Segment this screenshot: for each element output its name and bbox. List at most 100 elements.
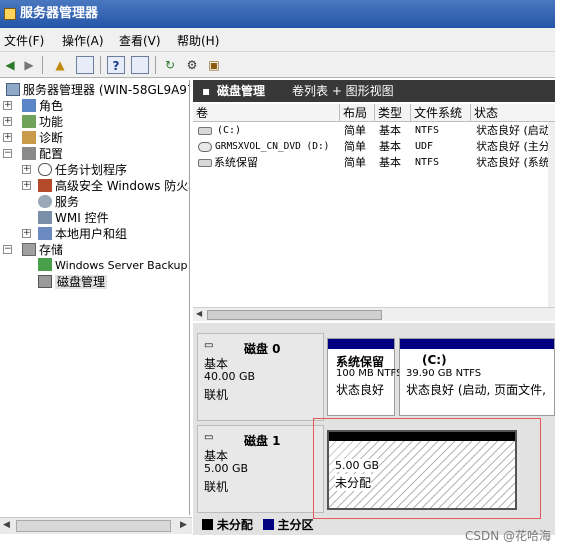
tree-item-local-users[interactable]: 本地用户和组 bbox=[38, 226, 127, 242]
scroll-left-icon[interactable]: ◀ bbox=[196, 309, 202, 318]
tree-item-server-manager[interactable]: 服务器管理器 (WIN-58GL9A97EF bbox=[6, 82, 189, 98]
config-icon bbox=[22, 147, 36, 160]
refresh-icon[interactable]: ↻ bbox=[161, 56, 179, 74]
volume-row[interactable]: GRMSXVOL_CN_DVD (D:) 简单 基本 UDF 状态良好 (主分 bbox=[193, 139, 555, 155]
volume-status: 状态良好 (系统 bbox=[476, 156, 550, 169]
expand-icon[interactable]: + bbox=[22, 229, 31, 238]
collapse-icon[interactable]: − bbox=[3, 245, 12, 254]
scroll-right-icon[interactable]: ▶ bbox=[180, 520, 187, 530]
column-layout[interactable]: 布局 bbox=[340, 104, 375, 122]
properties-icon[interactable] bbox=[131, 56, 149, 74]
tree-item-wmi[interactable]: WMI 控件 bbox=[38, 210, 109, 226]
volume-name: (C:) bbox=[217, 125, 242, 136]
volume-status: 状态良好 (启动 bbox=[476, 124, 550, 137]
expand-icon[interactable]: + bbox=[3, 101, 12, 110]
export-icon[interactable]: ▣ bbox=[205, 56, 223, 74]
tree-item-diagnostics[interactable]: 诊断 bbox=[22, 130, 63, 146]
legend-primary: 主分区 bbox=[277, 518, 314, 532]
tree-horizontal-scrollbar[interactable]: ◀ ▶ bbox=[0, 517, 192, 534]
tree-item-firewall[interactable]: 高级安全 Windows 防火墙 bbox=[38, 178, 190, 194]
tree-item-label: 服务 bbox=[55, 195, 80, 209]
column-volume[interactable]: 卷 bbox=[193, 104, 340, 122]
tree-item-services[interactable]: 服务 bbox=[38, 194, 79, 210]
dvd-icon bbox=[198, 142, 212, 152]
features-icon bbox=[22, 115, 36, 128]
disk-1-label[interactable]: ▭ 磁盘 1 基本 5.00 GB 联机 bbox=[197, 425, 324, 513]
column-type[interactable]: 类型 bbox=[375, 104, 411, 122]
menu-help[interactable]: 帮助(H) bbox=[177, 32, 219, 49]
partition-name: (C:) bbox=[422, 353, 447, 367]
tree-item-config[interactable]: 配置 bbox=[22, 146, 63, 162]
tree-item-label: 配置 bbox=[39, 147, 64, 161]
scroll-thumb[interactable] bbox=[207, 310, 382, 320]
disk-icon: ▭ bbox=[204, 340, 214, 351]
storage-icon bbox=[22, 243, 36, 256]
expand-icon[interactable]: + bbox=[3, 133, 12, 142]
toolbar: ◀ ▶ ▲ ? ↻ ⚙ ▣ bbox=[0, 52, 555, 78]
tree-item-storage[interactable]: 存储 bbox=[22, 242, 63, 258]
partition-detail: 39.90 GB NTFS bbox=[406, 368, 482, 379]
window-title: 服务器管理器 bbox=[20, 6, 99, 21]
volume-layout: 简单 bbox=[344, 140, 366, 153]
expand-icon[interactable]: + bbox=[22, 165, 31, 174]
scroll-thumb[interactable] bbox=[16, 520, 171, 532]
tree-item-wsb[interactable]: Windows Server Backup bbox=[38, 258, 188, 274]
disk-settings-icon[interactable]: ⚙ bbox=[183, 56, 201, 74]
tree-item-label: WMI 控件 bbox=[55, 211, 109, 225]
help-icon[interactable]: ? bbox=[107, 56, 125, 74]
server-icon bbox=[6, 83, 20, 96]
volume-list-horizontal-scrollbar[interactable]: ◀ bbox=[193, 307, 555, 321]
clock-icon bbox=[38, 163, 52, 176]
menu-file[interactable]: 文件(F) bbox=[4, 32, 44, 49]
pane-header: ▪ 磁盘管理 卷列表 + 图形视图 bbox=[193, 80, 555, 102]
backup-icon bbox=[38, 258, 52, 271]
server-manager-icon bbox=[4, 8, 16, 20]
volume-type: 基本 bbox=[379, 124, 401, 137]
expand-icon[interactable]: + bbox=[3, 117, 12, 126]
tree-item-roles[interactable]: 角色 bbox=[22, 98, 63, 114]
volume-filesystem: UDF bbox=[415, 141, 434, 152]
volume-filesystem: NTFS bbox=[415, 157, 440, 168]
column-status[interactable]: 状态 bbox=[471, 104, 555, 122]
tree-item-label: 任务计划程序 bbox=[55, 163, 128, 177]
disk-0-label[interactable]: ▭ 磁盘 0 基本 40.00 GB 联机 bbox=[197, 333, 324, 421]
tree-item-label: 角色 bbox=[39, 99, 64, 113]
menu-action[interactable]: 操作(A) bbox=[62, 32, 104, 49]
tree-item-label: Windows Server Backup bbox=[55, 259, 188, 272]
volume-row[interactable]: (C:) 简单 基本 NTFS 状态良好 (启动 bbox=[193, 123, 555, 139]
menu-view[interactable]: 查看(V) bbox=[119, 32, 161, 49]
partition-c[interactable]: (C:) 39.90 GB NTFS 状态良好 (启动, 页面文件, bbox=[399, 338, 555, 416]
pane-header-icon: ▪ bbox=[202, 84, 211, 98]
tree-item-task-scheduler[interactable]: 任务计划程序 bbox=[38, 162, 127, 178]
volume-type: 基本 bbox=[379, 156, 401, 169]
volume-type: 基本 bbox=[379, 140, 401, 153]
up-folder-icon[interactable]: ▲ bbox=[51, 56, 69, 74]
title-bar: 服务器管理器 bbox=[0, 0, 555, 28]
tree-item-label: 高级安全 Windows 防火墙 bbox=[55, 179, 190, 193]
volume-list-header: 卷 布局 类型 文件系统 状态 bbox=[193, 104, 555, 122]
tree-item-disk-management[interactable]: 磁盘管理 bbox=[38, 274, 108, 290]
forward-icon[interactable]: ▶ bbox=[20, 56, 38, 74]
volume-filesystem: NTFS bbox=[415, 125, 440, 136]
expand-icon[interactable]: + bbox=[22, 181, 31, 190]
pane-title: 磁盘管理 bbox=[217, 84, 266, 98]
partition-status: 状态良好 bbox=[336, 383, 385, 397]
show-tree-icon[interactable] bbox=[76, 56, 94, 74]
wmi-icon bbox=[38, 211, 52, 224]
collapse-icon[interactable]: − bbox=[3, 149, 12, 158]
back-icon[interactable]: ◀ bbox=[1, 56, 19, 74]
toolbar-separator bbox=[42, 56, 43, 74]
partition-detail: 100 MB NTFS bbox=[336, 368, 403, 379]
disk-size: 40.00 GB bbox=[204, 370, 256, 383]
volume-row[interactable]: 系统保留 简单 基本 NTFS 状态良好 (系统 bbox=[193, 155, 555, 171]
partition-status: 状态良好 (启动, 页面文件, bbox=[406, 383, 546, 397]
scroll-left-icon[interactable]: ◀ bbox=[3, 520, 10, 530]
volume-list-vertical-scrollbar[interactable] bbox=[548, 122, 555, 317]
partition-system-reserved[interactable]: 系统保留 100 MB NTFS 状态良好 bbox=[327, 338, 402, 416]
primary-swatch bbox=[262, 519, 274, 530]
tree-item-features[interactable]: 功能 bbox=[22, 114, 63, 130]
column-filesystem[interactable]: 文件系统 bbox=[411, 104, 471, 122]
volume-layout: 简单 bbox=[344, 156, 366, 169]
primary-partition-bar bbox=[328, 339, 394, 349]
tree-item-label: 服务器管理器 (WIN-58GL9A97EF bbox=[23, 83, 189, 97]
